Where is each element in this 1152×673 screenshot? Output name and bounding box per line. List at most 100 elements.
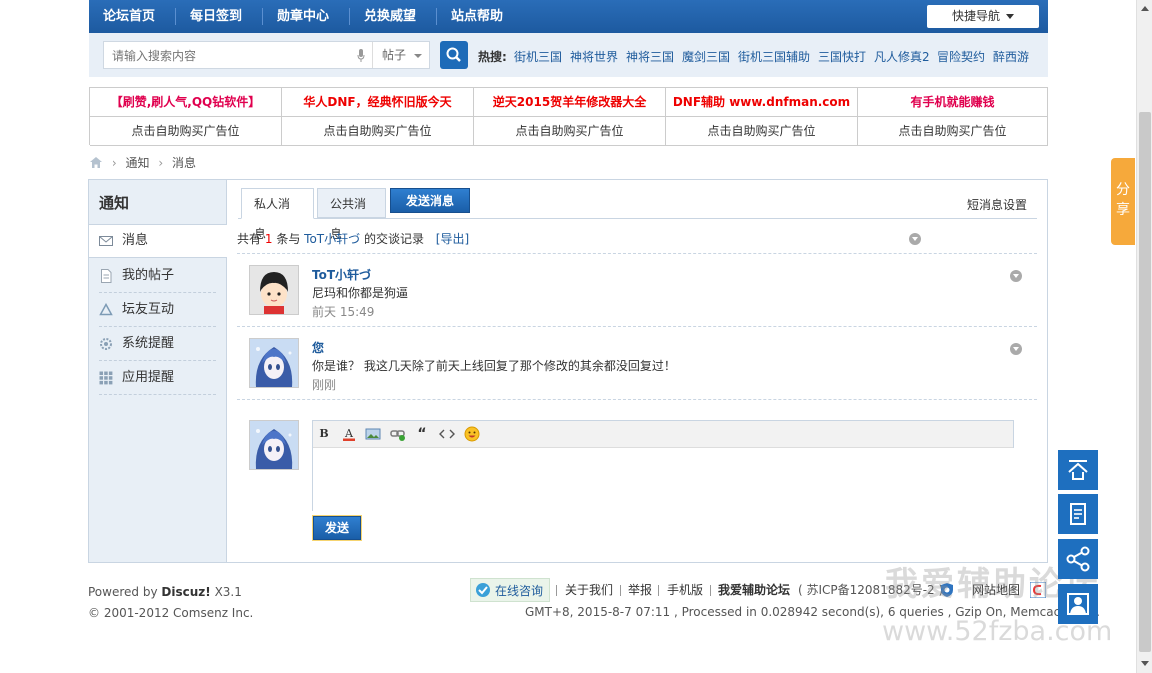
nav-home[interactable]: 论坛首页 (103, 0, 155, 33)
scroll-down-icon[interactable] (1141, 661, 1149, 666)
summary-suffix: 的交谈记录 (363, 232, 424, 246)
summary-user-link[interactable]: ToT小轩づ (304, 232, 360, 246)
tab-private-messages[interactable]: 私人消息 (241, 188, 314, 241)
mobile-link[interactable]: 手机版 (667, 578, 703, 602)
export-link[interactable]: [导出] (436, 232, 469, 246)
microphone-icon[interactable] (357, 49, 365, 63)
nav-medal-center[interactable]: 勋章中心 (277, 0, 329, 33)
ad-link[interactable]: DNF辅助 www.dnfman.com (666, 88, 858, 117)
reply-button[interactable] (1058, 494, 1098, 534)
search-button[interactable] (440, 41, 468, 69)
page-scrollbar[interactable] (1136, 0, 1152, 673)
hot-keyword[interactable]: 神将三国 (626, 48, 674, 65)
document-icon (101, 269, 112, 283)
ad-link[interactable]: 【刷赞,刷人气,QQ钻软件】 (90, 88, 282, 117)
search-input[interactable] (110, 46, 354, 66)
sidebar-item-interaction[interactable]: 坛友互动 (99, 293, 217, 327)
code-icon[interactable] (439, 426, 455, 442)
quick-nav-button[interactable]: 快捷导航 (927, 5, 1039, 28)
ad-grid: 【刷赞,刷人气,QQ钻软件】 华人DNF，经典怀旧版今天 逆天2015贺羊年修改… (89, 87, 1048, 146)
user-button[interactable] (1058, 584, 1098, 624)
chevron-down-icon (1006, 14, 1014, 19)
send-message-button[interactable]: 发送消息 (390, 188, 470, 213)
hot-keyword[interactable]: 神将世界 (570, 48, 618, 65)
sidebar-item-label: 系统提醒 (122, 336, 175, 351)
breadcrumb-message: 消息 (171, 156, 196, 170)
scroll-thumb[interactable] (1139, 112, 1151, 652)
about-link[interactable]: 关于我们 (565, 578, 613, 602)
scroll-up-icon[interactable] (1141, 6, 1149, 11)
search-type-select[interactable]: 帖子 (372, 42, 430, 68)
summary-mid: 条与 (276, 232, 301, 246)
ad-buy-link[interactable]: 点击自助购买广告位 (666, 117, 858, 146)
hot-keyword[interactable]: 三国快打 (818, 48, 866, 65)
sidebar-item-messages[interactable]: 消息 (99, 224, 217, 258)
hot-keyword[interactable]: 冒险契约 (937, 48, 985, 65)
hot-keyword[interactable]: 醉西游 (993, 48, 1029, 65)
hot-keyword[interactable]: 街机三国辅助 (738, 48, 810, 65)
font-color-icon[interactable]: A (341, 426, 357, 442)
bold-icon[interactable]: B (316, 426, 332, 442)
home-icon[interactable] (89, 156, 103, 169)
document-icon (1070, 503, 1086, 525)
search-bar: 帖子 热搜: 街机三国 神将世界 神将三国 魔剑三国 街机三国辅助 三国快打 凡… (89, 33, 1048, 77)
footer-credits: Powered by Discuz! X3.1 © 2001-2012 Coms… (88, 582, 253, 624)
site-name-link[interactable]: 我爱辅助论坛 (718, 578, 790, 602)
message-options-icon[interactable] (1010, 270, 1022, 282)
message-text: 尼玛和你都是狗逼 (312, 286, 409, 300)
avatar-anime-icon (250, 421, 298, 469)
pm-settings-link[interactable]: 短消息设置 (967, 196, 1027, 213)
ad-link[interactable]: 逆天2015贺羊年修改器大全 (474, 88, 666, 117)
back-to-top-icon (1068, 460, 1088, 480)
nav-help[interactable]: 站点帮助 (451, 0, 503, 33)
ad-buy-link[interactable]: 点击自助购买广告位 (90, 117, 282, 146)
ad-buy-link[interactable]: 点击自助购买广告位 (858, 117, 1048, 146)
summary-prefix: 共有 (237, 232, 262, 246)
nav-exchange[interactable]: 兑换威望 (364, 0, 416, 33)
report-link[interactable]: 举报 (628, 578, 652, 602)
send-button[interactable]: 发送 (312, 515, 362, 541)
ad-buy-link[interactable]: 点击自助购买广告位 (474, 117, 666, 146)
grid-icon (99, 371, 113, 385)
message-author-link[interactable]: ToT小轩づ (312, 266, 371, 283)
avatar[interactable] (249, 265, 299, 315)
share-button[interactable] (1058, 539, 1098, 579)
hot-keyword[interactable]: 凡人修真2 (874, 48, 930, 65)
breadcrumb-notice[interactable]: 通知 (125, 156, 149, 170)
reply-textarea[interactable] (313, 448, 1017, 514)
smiley-icon[interactable] (464, 426, 480, 442)
online-consult-button[interactable]: 在线咨询 (470, 578, 550, 602)
collapse-icon[interactable] (909, 233, 921, 245)
message-options-icon[interactable] (1010, 343, 1022, 355)
top-nav: 论坛首页 每日签到 勋章中心 兑换威望 站点帮助 快捷导航 (89, 0, 1048, 33)
nav-separator (436, 8, 437, 25)
ad-link[interactable]: 有手机就能赚钱 (858, 88, 1048, 117)
ad-link[interactable]: 华人DNF，经典怀旧版今天 (282, 88, 474, 117)
sidebar-item-label: 消息 (122, 233, 149, 248)
ad-buy-link[interactable]: 点击自助购买广告位 (282, 117, 474, 146)
message-time: 刚刚 (312, 378, 337, 392)
recycle-icon (99, 303, 113, 316)
nav-daily-signin[interactable]: 每日签到 (190, 0, 242, 33)
hot-keyword[interactable]: 魔剑三国 (682, 48, 730, 65)
footer-separator (620, 585, 621, 596)
discuz-link[interactable]: Discuz! (161, 585, 210, 599)
back-to-top-button[interactable] (1058, 450, 1098, 490)
hot-keyword[interactable]: 街机三国 (514, 48, 562, 65)
avatar[interactable] (249, 338, 299, 388)
image-icon[interactable] (365, 426, 381, 442)
powered-by: Powered by Discuz! X3.1 (88, 582, 253, 603)
message-author-link[interactable]: 您 (312, 339, 324, 356)
tab-public-messages[interactable]: 公共消息 (317, 188, 386, 241)
message-time: 前天 15:49 (312, 305, 375, 319)
link-icon[interactable] (390, 426, 406, 442)
sidebar-item-system[interactable]: 系统提醒 (99, 327, 217, 361)
share-tab[interactable]: 分享 (1111, 158, 1135, 245)
quote-icon[interactable]: “ (414, 426, 430, 442)
share-icon (1066, 546, 1090, 572)
gear-icon (100, 338, 112, 350)
sidebar-item-my-posts[interactable]: 我的帖子 (99, 259, 217, 293)
copyright: © 2001-2012 Comsenz Inc. (88, 606, 254, 620)
sidebar-item-apps[interactable]: 应用提醒 (99, 361, 217, 395)
avatar (249, 420, 299, 470)
